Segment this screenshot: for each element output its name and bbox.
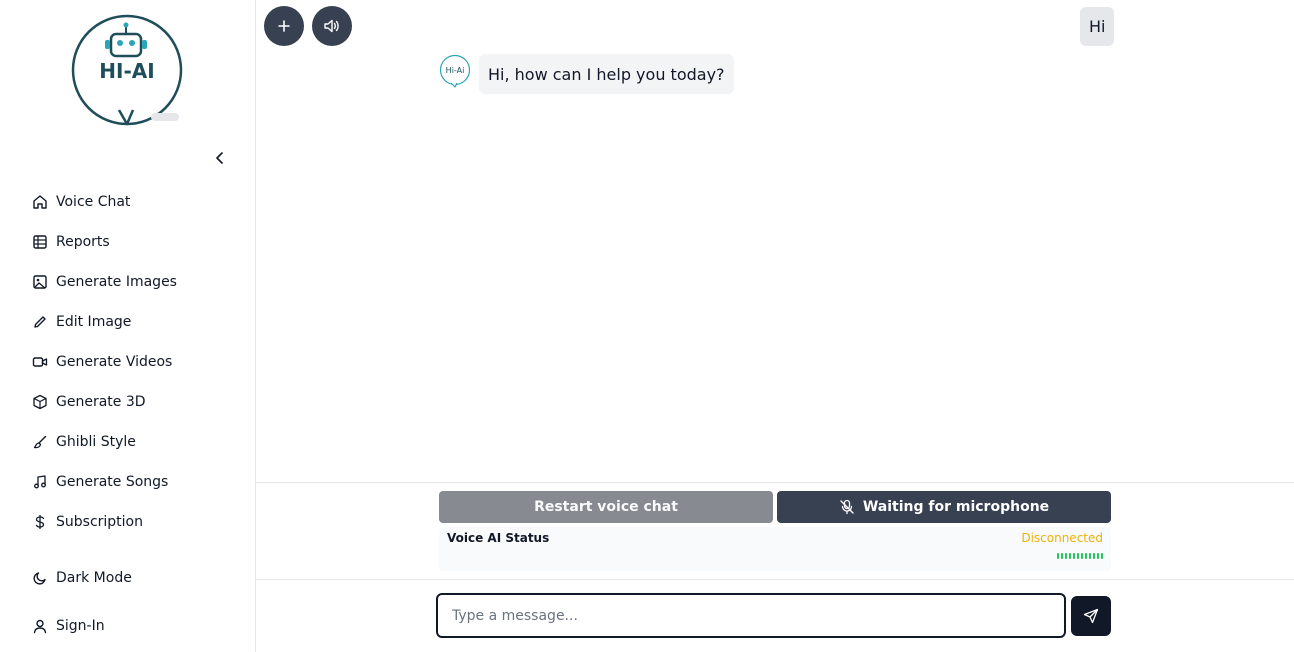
divider xyxy=(256,579,1294,580)
dark-mode-toggle[interactable]: Dark Mode xyxy=(32,566,132,590)
sign-in-label: Sign-In xyxy=(56,618,105,634)
logo-badge xyxy=(151,113,179,121)
hi-ai-logo[interactable]: HI-AI xyxy=(71,14,183,126)
audio-level-bar xyxy=(1061,553,1063,559)
table-icon xyxy=(32,234,48,250)
divider xyxy=(256,482,1294,483)
voice-status-title: Voice AI Status xyxy=(447,531,550,545)
video-icon xyxy=(32,354,48,370)
music-icon xyxy=(32,474,48,490)
mic-off-icon xyxy=(839,499,855,515)
user-message: Hi xyxy=(1080,7,1115,46)
nav-label: Ghibli Style xyxy=(56,434,136,450)
svg-text:HI-AI: HI-AI xyxy=(99,59,154,83)
moon-icon xyxy=(32,570,48,586)
user-icon xyxy=(32,618,48,634)
home-icon xyxy=(32,194,48,210)
chat-main: Hi Hi-Ai Hi, how can I help you today? R… xyxy=(256,0,1294,652)
audio-level-bar xyxy=(1097,553,1099,559)
nav-generate-3d[interactable]: Generate 3D xyxy=(32,390,146,414)
audio-level-bar xyxy=(1093,553,1095,559)
speaker-toggle-button[interactable] xyxy=(312,6,352,46)
nav-voice-chat[interactable]: Voice Chat xyxy=(32,190,130,214)
voice-status-panel: Voice AI Status Disconnected xyxy=(439,527,1111,571)
microphone-label: Waiting for microphone xyxy=(862,499,1050,515)
nav-label: Generate Songs xyxy=(56,474,169,490)
audio-level-bar xyxy=(1089,553,1091,559)
new-chat-button[interactable] xyxy=(264,6,304,46)
bot-message: Hi, how can I help you today? xyxy=(479,54,734,94)
microphone-button[interactable]: Waiting for microphone xyxy=(777,491,1111,523)
audio-level-bar xyxy=(1077,553,1079,559)
svg-text:Hi-Ai: Hi-Ai xyxy=(446,66,465,75)
pencil-icon xyxy=(32,314,48,330)
voice-status-value: Disconnected xyxy=(1021,531,1103,545)
nav-subscription[interactable]: Subscription xyxy=(32,510,143,534)
sign-in-link[interactable]: Sign-In xyxy=(32,614,105,638)
bot-message-text: Hi, how can I help you today? xyxy=(488,64,725,84)
nav-generate-songs[interactable]: Generate Songs xyxy=(32,470,168,494)
nav-label: Reports xyxy=(56,234,110,250)
message-input[interactable] xyxy=(436,593,1066,638)
nav-generate-videos[interactable]: Generate Videos xyxy=(32,350,172,374)
nav-label: Generate Images xyxy=(56,274,177,290)
speaker-icon xyxy=(324,19,339,33)
dollar-icon xyxy=(32,514,48,530)
chevron-left-icon xyxy=(216,152,223,164)
nav-label: Generate Videos xyxy=(56,354,173,370)
image-icon xyxy=(32,274,48,290)
audio-level-bar xyxy=(1057,553,1059,559)
brush-icon xyxy=(32,434,48,450)
dark-mode-label: Dark Mode xyxy=(56,570,132,586)
audio-level-meter xyxy=(1057,553,1103,559)
nav-reports[interactable]: Reports xyxy=(32,230,110,254)
nav-label: Edit Image xyxy=(56,314,132,330)
cube-icon xyxy=(32,394,48,410)
user-message-text: Hi xyxy=(1089,17,1106,36)
send-button[interactable] xyxy=(1071,596,1111,636)
audio-level-bar xyxy=(1081,553,1083,559)
nav-generate-images[interactable]: Generate Images xyxy=(32,270,177,294)
nav-label: Voice Chat xyxy=(56,194,131,210)
nav-ghibli-style[interactable]: Ghibli Style xyxy=(32,430,136,454)
collapse-sidebar-button[interactable] xyxy=(210,148,230,168)
audio-level-bar xyxy=(1069,553,1071,559)
plus-icon xyxy=(278,20,290,32)
sidebar: HI-AI Voice Chat Reports Generate Images… xyxy=(0,0,256,652)
restart-voice-chat-button[interactable]: Restart voice chat xyxy=(439,491,773,523)
audio-level-bar xyxy=(1065,553,1067,559)
audio-level-bar xyxy=(1085,553,1087,559)
audio-level-bar xyxy=(1101,553,1103,559)
restart-voice-chat-label: Restart voice chat xyxy=(534,499,678,515)
audio-level-bar xyxy=(1073,553,1075,559)
bot-avatar: Hi-Ai xyxy=(439,54,471,88)
nav-edit-image[interactable]: Edit Image xyxy=(32,310,131,334)
nav-label: Generate 3D xyxy=(56,394,146,410)
send-icon xyxy=(1083,608,1099,624)
nav-label: Subscription xyxy=(56,514,143,530)
